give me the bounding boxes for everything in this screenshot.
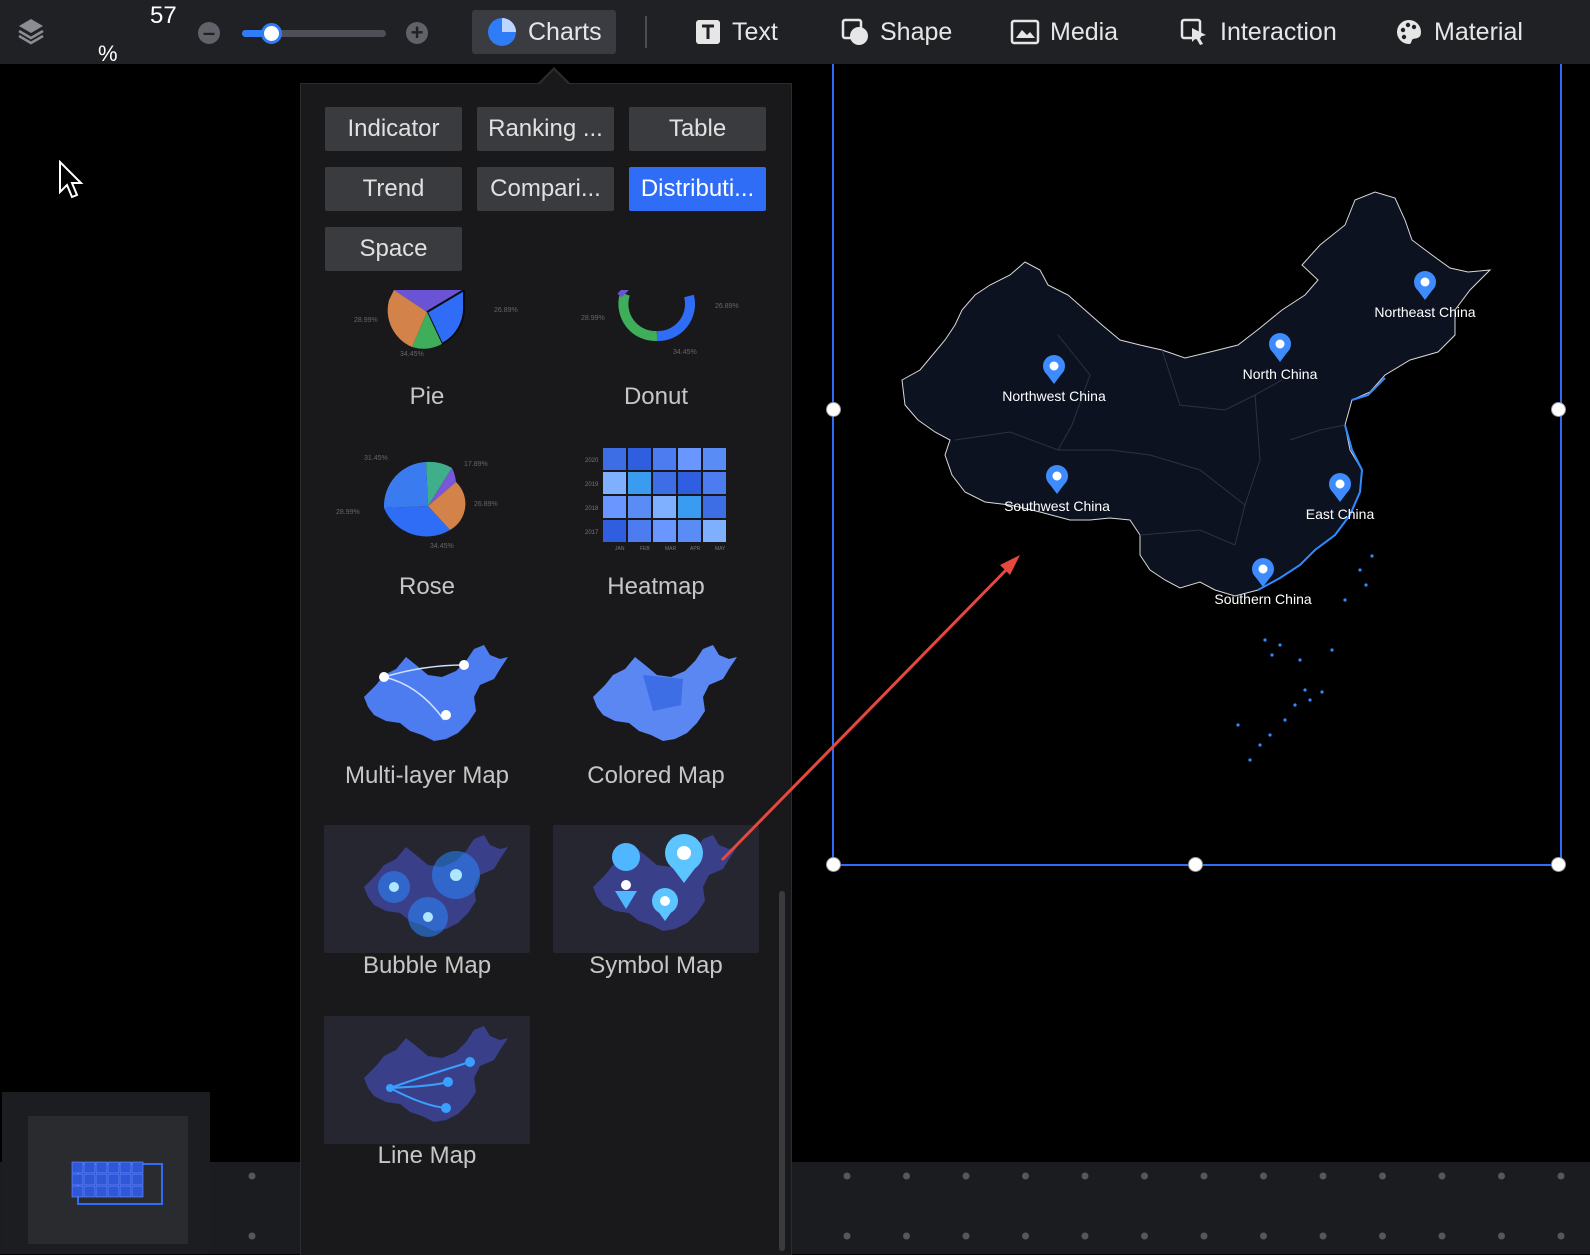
island-dot: [1248, 758, 1252, 762]
region-label: Northeast China: [1374, 304, 1476, 320]
island-dot: [1263, 638, 1267, 642]
annotation-arrow: [720, 564, 1012, 862]
island-dot: [1268, 733, 1272, 737]
island-dot: [1278, 643, 1282, 647]
island-dot: [1364, 583, 1368, 587]
region-label: Southwest China: [1004, 498, 1110, 514]
symbol-map-component[interactable]: [0, 0, 1590, 1254]
island-dot: [1343, 598, 1347, 602]
island-dot: [1258, 743, 1262, 747]
region-label: North China: [1242, 366, 1318, 382]
region-label: Northwest China: [1002, 388, 1106, 404]
island-dot: [1236, 723, 1240, 727]
island-dot: [1358, 568, 1362, 572]
island-dot: [1308, 698, 1312, 702]
island-dot: [1283, 718, 1287, 722]
island-dot: [1298, 658, 1302, 662]
island-dot: [1370, 554, 1374, 558]
china-map-outline: [901, 191, 1492, 597]
island-dot: [1330, 648, 1334, 652]
island-dot: [1293, 703, 1297, 707]
island-dot: [1270, 653, 1274, 657]
island-dot: [1303, 688, 1307, 692]
region-label: Southern China: [1214, 591, 1312, 607]
island-dot: [1320, 690, 1324, 694]
region-label: East China: [1305, 506, 1375, 522]
